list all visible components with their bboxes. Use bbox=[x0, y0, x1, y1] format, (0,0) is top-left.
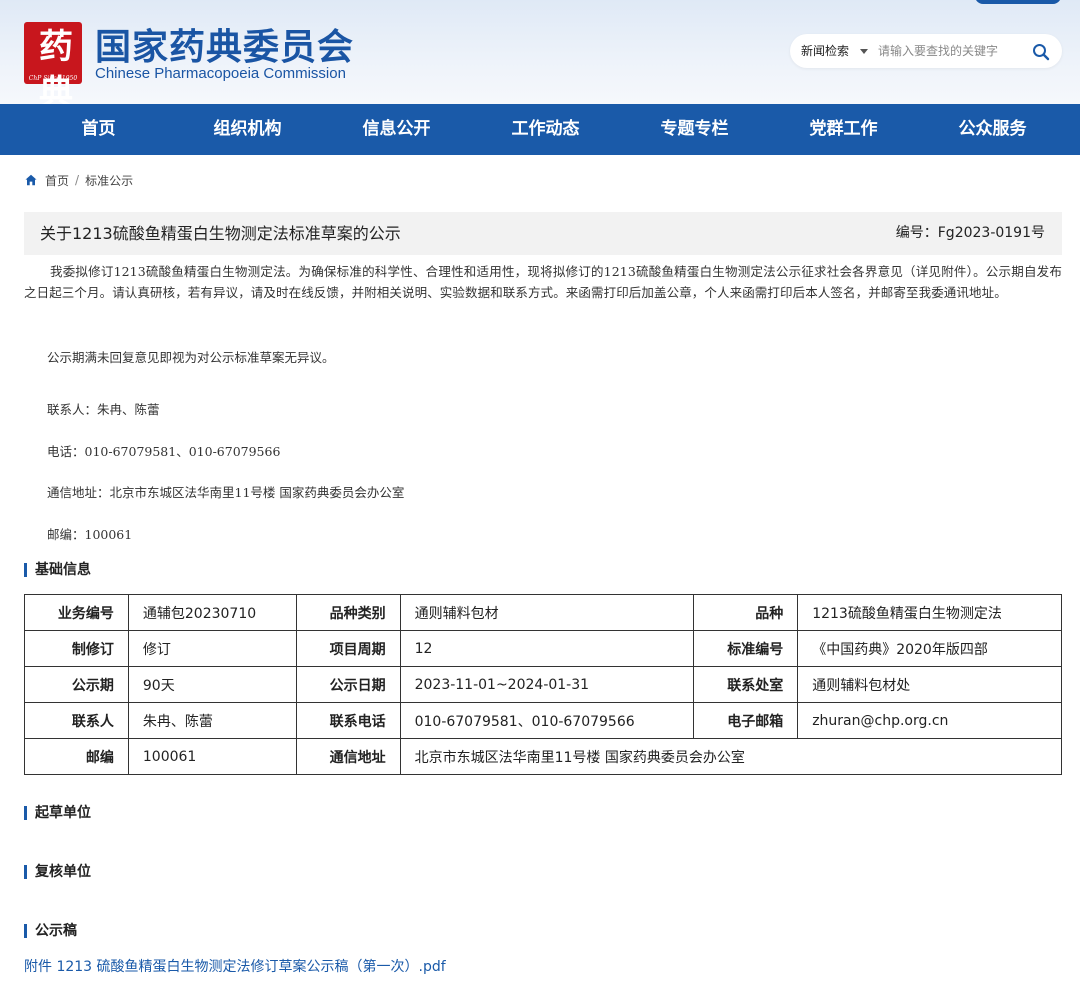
logo-seal-glyph: 药典 bbox=[39, 27, 73, 113]
section-drafting-unit: 起草单位 bbox=[24, 806, 91, 820]
article-phone: 电话：010-67079581、010-67079566 bbox=[47, 444, 281, 459]
breadcrumb-home[interactable]: 首页 bbox=[45, 172, 69, 189]
chevron-down-icon[interactable] bbox=[860, 49, 868, 54]
table-label: 制修订 bbox=[24, 630, 129, 667]
article-body: 我委拟修订1213硫酸鱼精蛋白生物测定法。为确保标准的科学性、合理性和适用性，现… bbox=[24, 261, 1062, 542]
table-value: 朱冉、陈蕾 bbox=[127, 702, 297, 739]
table-label: 电子邮箱 bbox=[693, 702, 799, 739]
main-nav: 首页 组织机构 信息公开 工作动态 专题专栏 党群工作 公众服务 bbox=[0, 104, 1080, 155]
table-row: 公示期 90天 公示日期 2023-11-01~2024-01-31 联系处室 … bbox=[24, 666, 1062, 703]
top-tab-stub[interactable] bbox=[975, 0, 1061, 4]
attachment-link[interactable]: 附件 1213 硫酸鱼精蛋白生物测定法修订草案公示稿（第一次）.pdf bbox=[24, 956, 446, 976]
article-title: 关于1213硫酸鱼精蛋白生物测定法标准草案的公示 bbox=[40, 224, 401, 243]
table-value: 通则辅料包材 bbox=[399, 594, 695, 631]
logo-seal-caption: ChP Since 1950 bbox=[28, 75, 78, 82]
breadcrumb-current[interactable]: 标准公示 bbox=[85, 172, 133, 189]
table-row: 联系人 朱冉、陈蕾 联系电话 010-67079581、010-67079566… bbox=[24, 702, 1062, 739]
table-row: 制修订 修订 项目周期 12 标准编号 《中国药典》2020年版四部 bbox=[24, 630, 1062, 667]
section-basic-info: 基础信息 bbox=[24, 563, 91, 577]
nav-item-organization[interactable]: 组织机构 bbox=[173, 104, 322, 155]
breadcrumb: 首页 / 标准公示 bbox=[25, 170, 133, 190]
article-postcode: 邮编：100061 bbox=[47, 527, 133, 542]
table-label: 联系人 bbox=[24, 702, 129, 739]
site-subtitle: Chinese Pharmacopoeia Commission bbox=[95, 65, 346, 82]
table-label: 项目周期 bbox=[295, 630, 401, 667]
table-label: 品种类别 bbox=[295, 594, 401, 631]
site-header: 药典 ChP Since 1950 国家药典委员会 Chinese Pharma… bbox=[0, 0, 1080, 113]
article-title-bar: 关于1213硫酸鱼精蛋白生物测定法标准草案的公示 编号：Fg2023-0191号 bbox=[24, 212, 1062, 255]
table-value: 通辅包20230710 bbox=[127, 594, 297, 631]
search-input[interactable] bbox=[878, 41, 1018, 61]
nav-item-public-service[interactable]: 公众服务 bbox=[918, 104, 1067, 155]
table-row: 业务编号 通辅包20230710 品种类别 通则辅料包材 品种 1213硫酸鱼精… bbox=[24, 594, 1062, 631]
table-label: 联系处室 bbox=[693, 666, 799, 703]
table-value: 1213硫酸鱼精蛋白生物测定法 bbox=[797, 594, 1062, 631]
table-label: 品种 bbox=[693, 594, 799, 631]
nav-item-party[interactable]: 党群工作 bbox=[769, 104, 918, 155]
nav-item-disclosure[interactable]: 信息公开 bbox=[322, 104, 471, 155]
table-value: 修订 bbox=[127, 630, 297, 667]
table-value: 通则辅料包材处 bbox=[797, 666, 1062, 703]
table-label: 标准编号 bbox=[693, 630, 799, 667]
table-value: 《中国药典》2020年版四部 bbox=[797, 630, 1062, 667]
table-value: 12 bbox=[399, 630, 695, 667]
table-label: 联系电话 bbox=[295, 702, 401, 739]
section-draft: 公示稿 bbox=[24, 924, 77, 938]
logo-seal[interactable]: 药典 ChP Since 1950 bbox=[24, 22, 82, 113]
table-value: zhuran@chp.org.cn bbox=[797, 702, 1062, 739]
article-code: 编号：Fg2023-0191号 bbox=[895, 225, 1045, 241]
table-value: 100061 bbox=[127, 738, 297, 775]
search-icon[interactable] bbox=[1030, 41, 1052, 63]
table-label: 公示期 bbox=[24, 666, 129, 703]
table-label: 通信地址 bbox=[295, 738, 401, 775]
nav-item-news[interactable]: 工作动态 bbox=[471, 104, 620, 155]
table-row: 邮编 100061 通信地址 北京市东城区法华南里11号楼 国家药典委员会办公室 bbox=[24, 738, 1063, 775]
home-icon[interactable] bbox=[25, 174, 37, 186]
article-address: 通信地址：北京市东城区法华南里11号楼 国家药典委员会办公室 bbox=[47, 485, 405, 500]
search-scope-select[interactable]: 新闻检索 bbox=[801, 34, 849, 68]
table-value: 010-67079581、010-67079566 bbox=[399, 702, 695, 739]
table-label: 业务编号 bbox=[24, 594, 129, 631]
breadcrumb-separator: / bbox=[75, 173, 80, 187]
table-value: 北京市东城区法华南里11号楼 国家药典委员会办公室 bbox=[399, 738, 1063, 775]
table-label: 公示日期 bbox=[295, 666, 401, 703]
search-box: 新闻检索 bbox=[790, 34, 1062, 68]
info-table: 业务编号 通辅包20230710 品种类别 通则辅料包材 品种 1213硫酸鱼精… bbox=[24, 594, 1063, 775]
table-value: 90天 bbox=[127, 666, 297, 703]
article-note: 公示期满未回复意见即视为对公示标准草案无异议。 bbox=[47, 350, 335, 365]
nav-item-home[interactable]: 首页 bbox=[24, 104, 173, 155]
site-title[interactable]: 国家药典委员会 bbox=[95, 18, 354, 70]
article-contact: 联系人：朱冉、陈蕾 bbox=[47, 402, 160, 417]
table-value: 2023-11-01~2024-01-31 bbox=[399, 666, 695, 703]
article-paragraph: 我委拟修订1213硫酸鱼精蛋白生物测定法。为确保标准的科学性、合理性和适用性，现… bbox=[24, 264, 1062, 300]
section-review-unit: 复核单位 bbox=[24, 865, 91, 879]
table-label: 邮编 bbox=[24, 738, 129, 775]
nav-item-topics[interactable]: 专题专栏 bbox=[620, 104, 769, 155]
